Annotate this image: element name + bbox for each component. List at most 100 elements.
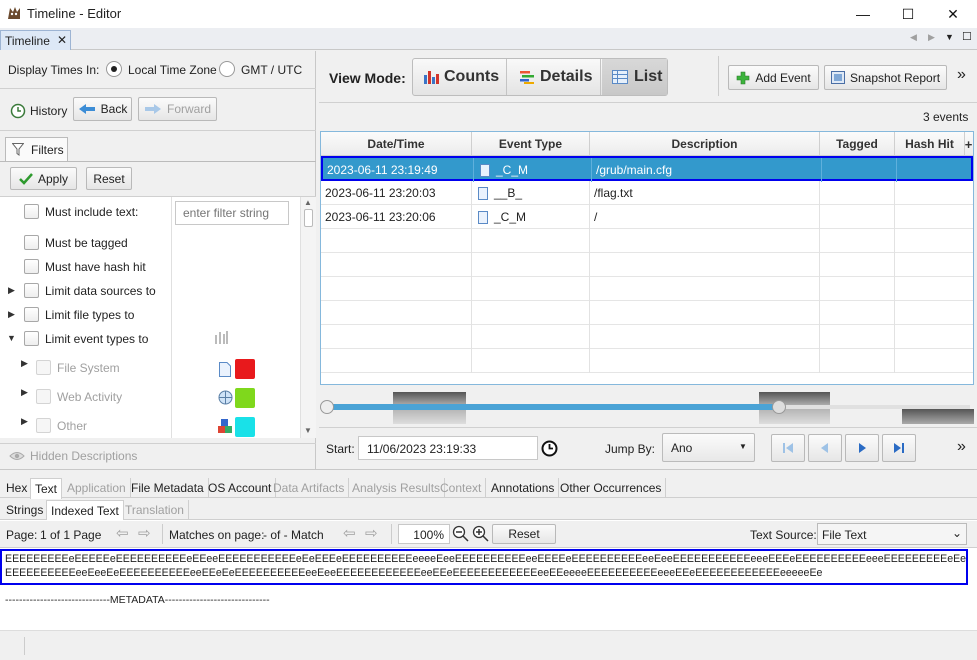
scroll-up-icon[interactable]: ▲ <box>304 198 312 207</box>
page-prev-icon[interactable]: ⇦ <box>116 524 129 542</box>
filter-scroll-thumb[interactable] <box>304 209 313 227</box>
tab-hex[interactable]: Hex <box>2 478 33 498</box>
tab-application[interactable]: Application <box>63 478 131 498</box>
filter-checkbox-filetypes[interactable] <box>24 307 39 322</box>
table-row[interactable]: 2023-06-11 23:20:06 _C_M / <box>321 205 973 229</box>
tabs-back-icon[interactable]: ◀ <box>910 32 917 43</box>
range-overflow-icon[interactable]: » <box>957 438 966 456</box>
tabs-menu-icon[interactable]: ▼ <box>945 32 954 42</box>
match-next-icon[interactable]: ⇨ <box>365 524 378 542</box>
empty-row <box>321 301 973 325</box>
reset-label: Reset <box>93 171 125 186</box>
expand-other-icon[interactable]: ▶ <box>21 416 28 427</box>
tabs-restore-icon[interactable]: ☐ <box>962 30 972 43</box>
zoom-out-icon[interactable] <box>452 525 469 542</box>
slider-start-handle[interactable] <box>320 400 334 414</box>
filters-divider <box>0 161 316 162</box>
dropdown-arrow-icon: ▼ <box>739 442 747 451</box>
jump-by-select[interactable]: Ano ▼ <box>662 433 755 462</box>
zoom-field[interactable]: 100% <box>398 524 450 544</box>
scroll-down-icon[interactable]: ▼ <box>304 426 312 435</box>
status-bar <box>0 630 977 660</box>
zoom-value: 100% <box>413 528 444 542</box>
right-panel: View Mode: Counts Details List Add Event… <box>319 51 977 469</box>
expand-filesystem-icon[interactable]: ▶ <box>21 358 28 369</box>
radio-gmt[interactable] <box>219 61 235 77</box>
cell-tagged <box>820 205 895 229</box>
list-button[interactable]: List <box>602 59 667 95</box>
first-button[interactable] <box>771 434 805 462</box>
filter-checkbox-datasources[interactable] <box>24 283 39 298</box>
tab-other-occurrences[interactable]: Other Occurrences <box>556 478 667 498</box>
subtab-indexed-text[interactable]: Indexed Text <box>46 500 124 520</box>
filter-checkbox-other[interactable] <box>36 418 51 433</box>
maximize-button[interactable]: ☐ <box>893 4 923 24</box>
expand-webactivity-icon[interactable]: ▶ <box>21 387 28 398</box>
tab-filters[interactable]: Filters <box>5 137 68 161</box>
back-button[interactable]: Back <box>73 97 132 121</box>
tab-annotations[interactable]: Annotations <box>487 478 560 498</box>
collapse-eventtypes-icon[interactable]: ▼ <box>7 333 16 343</box>
filter-checkbox-eventtypes[interactable] <box>24 331 39 346</box>
tab-os-account[interactable]: OS Account <box>204 478 277 498</box>
tab-context[interactable]: Context <box>436 478 487 498</box>
eye-icon <box>9 452 25 460</box>
tab-text[interactable]: Text <box>30 478 63 499</box>
col-description[interactable]: Description <box>590 132 820 156</box>
zoom-in-icon[interactable] <box>472 525 489 542</box>
next-button[interactable] <box>845 434 879 462</box>
slider-end-handle[interactable] <box>772 400 786 414</box>
filter-checkbox-hash[interactable] <box>24 259 39 274</box>
text-source-select[interactable]: File Text ⌄ <box>817 523 967 545</box>
counts-button[interactable]: Counts <box>413 59 507 95</box>
add-column-icon[interactable]: + <box>962 132 973 156</box>
filter-label-other: Other <box>57 419 88 433</box>
hidden-descriptions-bar[interactable]: Hidden Descriptions <box>0 443 316 467</box>
forward-arrow-icon <box>144 104 161 114</box>
list-label: List <box>634 68 663 85</box>
filter-checkbox-webactivity[interactable] <box>36 389 51 404</box>
reset-filters-button[interactable]: Reset <box>86 167 132 190</box>
tab-file-metadata[interactable]: File Metadata <box>127 478 209 498</box>
filter-checkbox-filesystem[interactable] <box>36 360 51 375</box>
details-lines-icon <box>520 71 534 84</box>
tabs-forward-icon[interactable]: ▶ <box>928 32 935 43</box>
previous-icon <box>821 443 828 453</box>
expand-datasources-icon[interactable]: ▶ <box>8 285 15 296</box>
snapshot-report-button[interactable]: Snapshot Report <box>824 65 947 90</box>
match-prev-icon[interactable]: ⇦ <box>343 524 356 542</box>
filter-scrollbar[interactable]: ▲ ▼ <box>300 197 316 438</box>
tab-data-artifacts[interactable]: Data Artifacts <box>269 478 350 498</box>
toolbar-overflow-icon[interactable]: » <box>957 66 966 84</box>
zoom-reset-button[interactable]: Reset <box>492 524 556 544</box>
tab-close-icon[interactable]: ✕ <box>57 33 67 47</box>
details-button[interactable]: Details <box>508 59 601 95</box>
highlighted-text-block[interactable]: EEEEEEEEEeEEEEEeEEEEEEEEEEeEEeeEEEEEEEEE… <box>0 549 968 585</box>
close-button[interactable]: ✕ <box>938 4 968 24</box>
col-hashhit[interactable]: Hash Hit <box>895 132 965 156</box>
subtab-strings[interactable]: Strings <box>2 500 49 520</box>
table-row[interactable]: 2023-06-11 23:20:03 __B_ /flag.txt <box>321 181 973 205</box>
filter-text-input[interactable] <box>175 201 289 225</box>
tab-analysis-results[interactable]: Analysis Results <box>348 478 446 498</box>
col-eventtype[interactable]: Event Type <box>472 132 590 156</box>
clock-icon[interactable] <box>541 440 558 457</box>
page-next-icon[interactable]: ⇨ <box>138 524 151 542</box>
expand-filetypes-icon[interactable]: ▶ <box>8 309 15 320</box>
col-datetime[interactable]: Date/Time <box>321 132 472 156</box>
radio-local[interactable] <box>106 61 122 77</box>
apply-button[interactable]: Apply <box>10 167 77 190</box>
cell-hashhit <box>895 205 973 229</box>
previous-button[interactable] <box>808 434 842 462</box>
tab-timeline[interactable]: Timeline ✕ <box>0 30 71 50</box>
start-datetime-field[interactable]: 11/06/2023 23:19:33 <box>358 436 538 460</box>
table-row-selected[interactable]: 2023-06-11 23:19:49 _C_M /grub/main.cfg <box>321 156 973 182</box>
subtab-translation[interactable]: Translation <box>121 500 189 520</box>
forward-button[interactable]: Forward <box>138 97 217 121</box>
minimize-button[interactable]: — <box>848 4 878 24</box>
col-tagged[interactable]: Tagged <box>820 132 895 156</box>
filter-checkbox-tagged[interactable] <box>24 235 39 250</box>
filter-checkbox-text[interactable] <box>24 204 39 219</box>
last-button[interactable] <box>882 434 916 462</box>
add-event-button[interactable]: Add Event <box>728 65 819 90</box>
